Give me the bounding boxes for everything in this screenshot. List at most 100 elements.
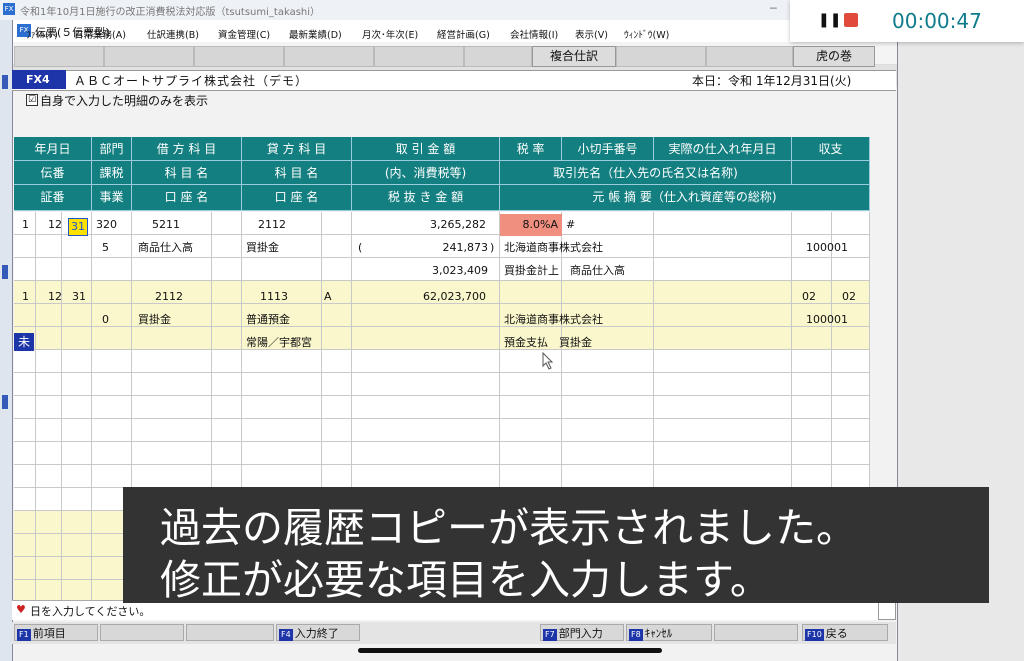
- grid-cell[interactable]: [352, 442, 500, 465]
- grid-cell[interactable]: [352, 350, 500, 373]
- grid-cell[interactable]: [36, 373, 62, 396]
- toolbar-slot[interactable]: [14, 46, 104, 67]
- grid-cell[interactable]: [132, 350, 212, 373]
- entry2-io1[interactable]: 02: [802, 286, 822, 308]
- grid-cell[interactable]: [832, 465, 870, 488]
- entry2-io2[interactable]: 02: [842, 286, 862, 308]
- grid-cell[interactable]: [242, 258, 322, 281]
- grid-cell[interactable]: [14, 350, 36, 373]
- minimize-icon[interactable]: ─: [770, 2, 777, 15]
- grid-cell[interactable]: [14, 488, 36, 511]
- grid-cell[interactable]: [62, 511, 92, 534]
- grid-cell[interactable]: [654, 281, 792, 304]
- menu-plan[interactable]: 経営計画(G): [437, 27, 490, 41]
- grid-cell[interactable]: [352, 419, 500, 442]
- f9-blank-button[interactable]: [714, 624, 798, 641]
- entry1-check-no[interactable]: #: [566, 214, 586, 236]
- entry1-amount[interactable]: 3,265,282: [390, 214, 486, 236]
- menu-company[interactable]: 会社情報(I): [510, 27, 558, 41]
- toolbar-slot[interactable]: [464, 46, 532, 67]
- entry2-credit-code[interactable]: 1113: [260, 286, 300, 308]
- status-scroll-box[interactable]: [878, 600, 896, 620]
- grid-cell[interactable]: [62, 373, 92, 396]
- grid-cell[interactable]: [62, 396, 92, 419]
- grid-cell[interactable]: [92, 396, 132, 419]
- grid-cell[interactable]: [792, 465, 832, 488]
- grid-cell[interactable]: [792, 373, 832, 396]
- grid-cell[interactable]: [62, 235, 92, 258]
- grid-cell[interactable]: [832, 373, 870, 396]
- grid-cell[interactable]: [14, 442, 36, 465]
- menu-window[interactable]: ｳｨﾝﾄﾞｳ(W): [624, 27, 669, 41]
- entry1-month[interactable]: 12: [48, 214, 62, 236]
- grid-cell[interactable]: [242, 419, 322, 442]
- grid-cell[interactable]: [562, 465, 654, 488]
- grid-cell[interactable]: [212, 350, 242, 373]
- grid-cell[interactable]: [212, 396, 242, 419]
- grid-cell[interactable]: [832, 419, 870, 442]
- grid-cell[interactable]: [352, 465, 500, 488]
- grid-cell[interactable]: [62, 465, 92, 488]
- grid-cell[interactable]: [500, 396, 562, 419]
- entry1-credit-code[interactable]: 2112: [258, 214, 298, 236]
- grid-cell[interactable]: [832, 212, 870, 235]
- entry1-memo[interactable]: 買掛金計上 商品仕入高: [504, 260, 744, 282]
- grid-cell[interactable]: [500, 465, 562, 488]
- grid-cell[interactable]: [36, 419, 62, 442]
- grid-cell[interactable]: [92, 442, 132, 465]
- grid-cell[interactable]: [654, 396, 792, 419]
- entry1-tax-rate[interactable]: 8.0%A: [500, 214, 562, 236]
- f8-cancel-button[interactable]: F8 ｷｬﾝｾﾙ: [626, 624, 712, 641]
- grid-cell[interactable]: [500, 442, 562, 465]
- grid-cell[interactable]: [832, 442, 870, 465]
- grid-cell[interactable]: [62, 442, 92, 465]
- f3-blank-button[interactable]: [186, 624, 274, 641]
- f7-dept-input-button[interactable]: F7 部門入力: [540, 624, 624, 641]
- entry2-debit-code[interactable]: 2112: [155, 286, 195, 308]
- menu-funds[interactable]: 資金管理(C): [218, 27, 270, 41]
- grid-cell[interactable]: [132, 258, 212, 281]
- grid-cell[interactable]: [36, 396, 62, 419]
- grid-cell[interactable]: [36, 258, 62, 281]
- menu-journal-link[interactable]: 仕訳連携(B): [147, 27, 199, 41]
- grid-cell[interactable]: [14, 373, 36, 396]
- pause-icon[interactable]: ❚❚: [818, 12, 841, 28]
- grid-cell[interactable]: [562, 419, 654, 442]
- f4-finish-input-button[interactable]: F4 入力終了: [276, 624, 360, 641]
- entry1-tax-kbn[interactable]: 5: [102, 237, 122, 259]
- entry2-partner-code[interactable]: 100001: [806, 309, 866, 331]
- grid-cell[interactable]: [212, 281, 242, 304]
- grid-cell[interactable]: [562, 442, 654, 465]
- grid-cell[interactable]: [352, 396, 500, 419]
- grid-cell[interactable]: [62, 488, 92, 511]
- toolbar-slot[interactable]: [706, 46, 793, 67]
- menu-view[interactable]: 表示(V): [575, 27, 608, 41]
- grid-cell[interactable]: [352, 373, 500, 396]
- grid-cell[interactable]: [14, 534, 36, 557]
- grid-cell[interactable]: [212, 465, 242, 488]
- toolbar-slot[interactable]: [194, 46, 284, 67]
- grid-cell[interactable]: [92, 419, 132, 442]
- grid-cell[interactable]: [562, 281, 654, 304]
- entry1-partner[interactable]: 北海道商事株式会社: [504, 237, 704, 259]
- grid-cell[interactable]: [62, 258, 92, 281]
- grid-cell[interactable]: [132, 442, 212, 465]
- grid-cell[interactable]: [92, 350, 132, 373]
- grid-cell[interactable]: [36, 557, 62, 580]
- grid-cell[interactable]: [322, 442, 352, 465]
- grid-cell[interactable]: [792, 212, 832, 235]
- toranomaki-button[interactable]: 虎の巻: [793, 46, 875, 67]
- grid-cell[interactable]: [562, 396, 654, 419]
- grid-cell[interactable]: [322, 465, 352, 488]
- entry2-partner[interactable]: 北海道商事株式会社: [504, 309, 704, 331]
- toolbar-slot[interactable]: [104, 46, 194, 67]
- grid-cell[interactable]: [242, 396, 322, 419]
- grid-cell[interactable]: [36, 511, 62, 534]
- grid-cell[interactable]: [132, 465, 212, 488]
- entry2-memo[interactable]: 預金支払 買掛金: [504, 332, 744, 354]
- grid-cell[interactable]: [212, 442, 242, 465]
- menu-monthly-yearly[interactable]: 月次･年次(E): [362, 27, 418, 41]
- grid-cell[interactable]: [92, 373, 132, 396]
- grid-cell[interactable]: [792, 350, 832, 373]
- grid-cell[interactable]: [36, 442, 62, 465]
